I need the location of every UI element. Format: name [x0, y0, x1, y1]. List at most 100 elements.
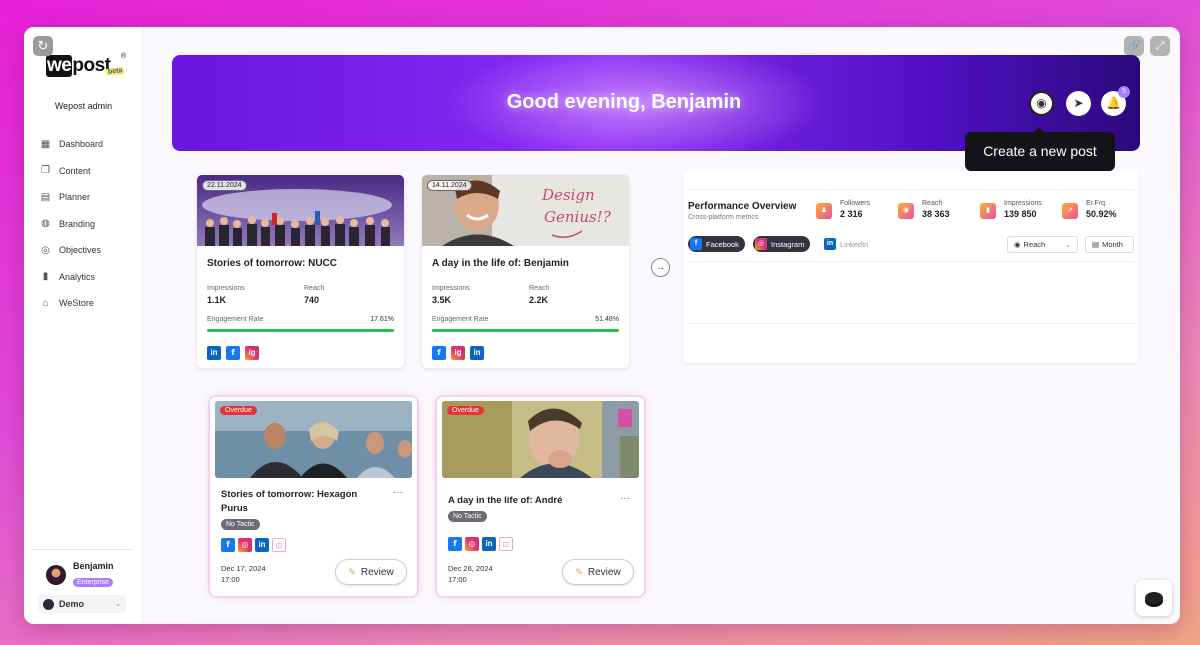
send-button[interactable]: ➤	[1066, 91, 1091, 116]
review-button[interactable]: ✎ Review	[562, 559, 634, 585]
notification-count: 5	[1118, 86, 1130, 98]
app-window: ↻ 🔗 ⤢ wepost ® beta Wepost admin ▦ Dashbo…	[24, 27, 1180, 624]
eye-icon: ◉	[1014, 240, 1021, 249]
globe-icon: ◉	[1036, 96, 1047, 110]
support-widget-button[interactable]	[1136, 580, 1172, 616]
engagement-bar	[432, 329, 619, 332]
refresh-icon[interactable]: ↻	[33, 36, 53, 56]
post-socials: f ig in	[432, 346, 489, 360]
arrow-right-icon: →	[656, 262, 665, 272]
post-image: 22.11.2024	[197, 175, 404, 246]
sidebar-item-analytics[interactable]: ▮ Analytics	[40, 264, 103, 291]
post-card[interactable]: 22.11.2024 Stories of tomorrow: NUCC Imp…	[197, 175, 404, 368]
post-date: 14.11.2024	[427, 180, 472, 191]
next-posts-button[interactable]: →	[651, 258, 670, 277]
notifications-button[interactable]: 🔔 5	[1101, 86, 1130, 116]
review-title: A day in the life of: André	[448, 495, 563, 506]
magic-wand-icon: ✎	[348, 566, 356, 577]
linkedin-icon: in	[255, 538, 269, 552]
chat-puck-icon	[1145, 592, 1163, 604]
sidebar-item-westore[interactable]: ⌂ WeStore	[40, 290, 103, 317]
dashboard-icon: ▦	[40, 138, 51, 150]
sidebar-divider	[32, 549, 133, 550]
org-logo-icon	[43, 598, 54, 610]
performance-overview: Performance Overview Cross-platform metr…	[683, 171, 1139, 363]
engagement-bar-fill	[207, 329, 394, 332]
facebook-icon: f	[432, 346, 446, 360]
platform-chip-linkedin[interactable]: in LinkedIn	[822, 236, 874, 252]
calendar-icon: ▤	[1092, 240, 1100, 249]
target-icon: ◎	[41, 244, 50, 256]
link-icon[interactable]: 🔗	[1124, 36, 1144, 56]
bar-chart-icon: ▮	[42, 271, 49, 283]
platform-chip-instagram[interactable]: ◎ Instagram	[753, 236, 811, 252]
linkedin-icon: in	[207, 346, 221, 360]
org-switcher[interactable]: Demo ⌄	[38, 595, 126, 613]
chevron-down-icon: ⌄	[1064, 240, 1071, 249]
tactic-badge: No Tactic	[448, 511, 487, 522]
impressions-value: 3.5K	[432, 295, 452, 305]
send-icon: ➤	[1073, 96, 1084, 110]
review-card[interactable]: Overdue Stories of tomorrow: Hexagon Pur…	[210, 397, 417, 596]
workspace-name: Wepost admin	[54, 101, 113, 111]
post-image: Overdue	[442, 401, 639, 478]
reach-value: 2.2K	[529, 295, 549, 305]
more-options-icon[interactable]: ···	[393, 487, 403, 498]
sidebar-nav: ▦ Dashboard ❐ Content ▤ Planner ◍ Branding ◎…	[40, 131, 103, 317]
greeting-title: Good evening, Benjamin	[506, 91, 742, 113]
instagram-icon: ◎	[238, 538, 252, 552]
svg-text:Design: Design	[541, 186, 595, 204]
kpi-er-freq: ↗ Er.Frq. 50.92%	[1062, 200, 1117, 219]
post-socials: in f ig	[207, 346, 264, 360]
trend-icon: ↗	[1062, 203, 1078, 219]
sidebar-item-dashboard[interactable]: ▦ Dashboard	[40, 131, 103, 158]
plan-badge: Enterprise	[73, 578, 113, 587]
review-button[interactable]: ✎ Review	[335, 559, 407, 585]
performance-subtitle: Cross-platform metrics	[688, 214, 759, 221]
sidebar: wepost ® beta Wepost admin ▦ Dashboard ❐ C…	[24, 27, 143, 624]
content-icon: ❐	[41, 165, 50, 177]
wepost-logo[interactable]: wepost ® beta	[46, 53, 126, 77]
post-image: Design Genius!? 14.11.2024	[422, 175, 629, 246]
platform-chip-facebook[interactable]: f Facebook	[688, 236, 745, 252]
post-socials: f ◎ in ◫	[448, 537, 518, 551]
tactic-badge: No Tactic	[221, 519, 260, 530]
review-card[interactable]: Overdue A day in the life of: André ··· …	[437, 397, 644, 596]
more-options-icon[interactable]: ···	[620, 493, 630, 504]
sidebar-item-branding[interactable]: ◍ Branding	[40, 211, 103, 238]
sidebar-item-objectives[interactable]: ◎ Objectives	[40, 237, 103, 264]
store-icon: ⌂	[42, 297, 49, 309]
palette-icon: ◍	[41, 218, 50, 230]
metric-select[interactable]: ◉ Reach ⌄	[1007, 236, 1078, 253]
calendar-icon: ▤	[40, 191, 51, 203]
kpi-followers: ♟ Followers 2 316	[816, 200, 870, 219]
facebook-icon: f	[448, 537, 462, 551]
svg-text:Genius!?: Genius!?	[544, 208, 612, 226]
instagram-icon: ig	[451, 346, 465, 360]
post-socials: f ◎ in ◫	[221, 538, 291, 552]
engagement-bar	[207, 329, 394, 332]
engagement-value: 51.48%	[595, 316, 619, 323]
engagement-value: 17.61%	[370, 316, 394, 323]
period-select[interactable]: ▤ Month	[1085, 236, 1134, 253]
expand-icon[interactable]: ⤢	[1150, 36, 1170, 56]
overdue-badge: Overdue	[447, 406, 484, 415]
create-post-tooltip: Create a new post	[965, 127, 1115, 171]
post-card[interactable]: Design Genius!? 14.11.2024 A day in the …	[422, 175, 629, 368]
sidebar-item-content[interactable]: ❐ Content	[40, 158, 103, 185]
linkedin-icon: in	[824, 238, 836, 250]
performance-title: Performance Overview	[688, 201, 797, 212]
facebook-icon: f	[221, 538, 235, 552]
linkedin-icon: in	[482, 537, 496, 551]
kpi-impressions: ▮ Impressions 139 850	[980, 200, 1042, 219]
user-profile[interactable]: Benjamin Enterprise	[46, 561, 114, 589]
magic-wand-icon: ✎	[575, 566, 583, 577]
instagram-icon: ◎	[755, 238, 767, 250]
create-post-button[interactable]: ◉	[1029, 91, 1054, 116]
sidebar-item-planner[interactable]: ▤ Planner	[40, 184, 103, 211]
instagram-icon: ig	[245, 346, 259, 360]
avatar	[46, 565, 66, 585]
chart-icon: ▮	[980, 203, 996, 219]
kpi-reach: ◉ Reach 38 363	[898, 200, 950, 219]
beta-badge: beta	[105, 67, 125, 76]
